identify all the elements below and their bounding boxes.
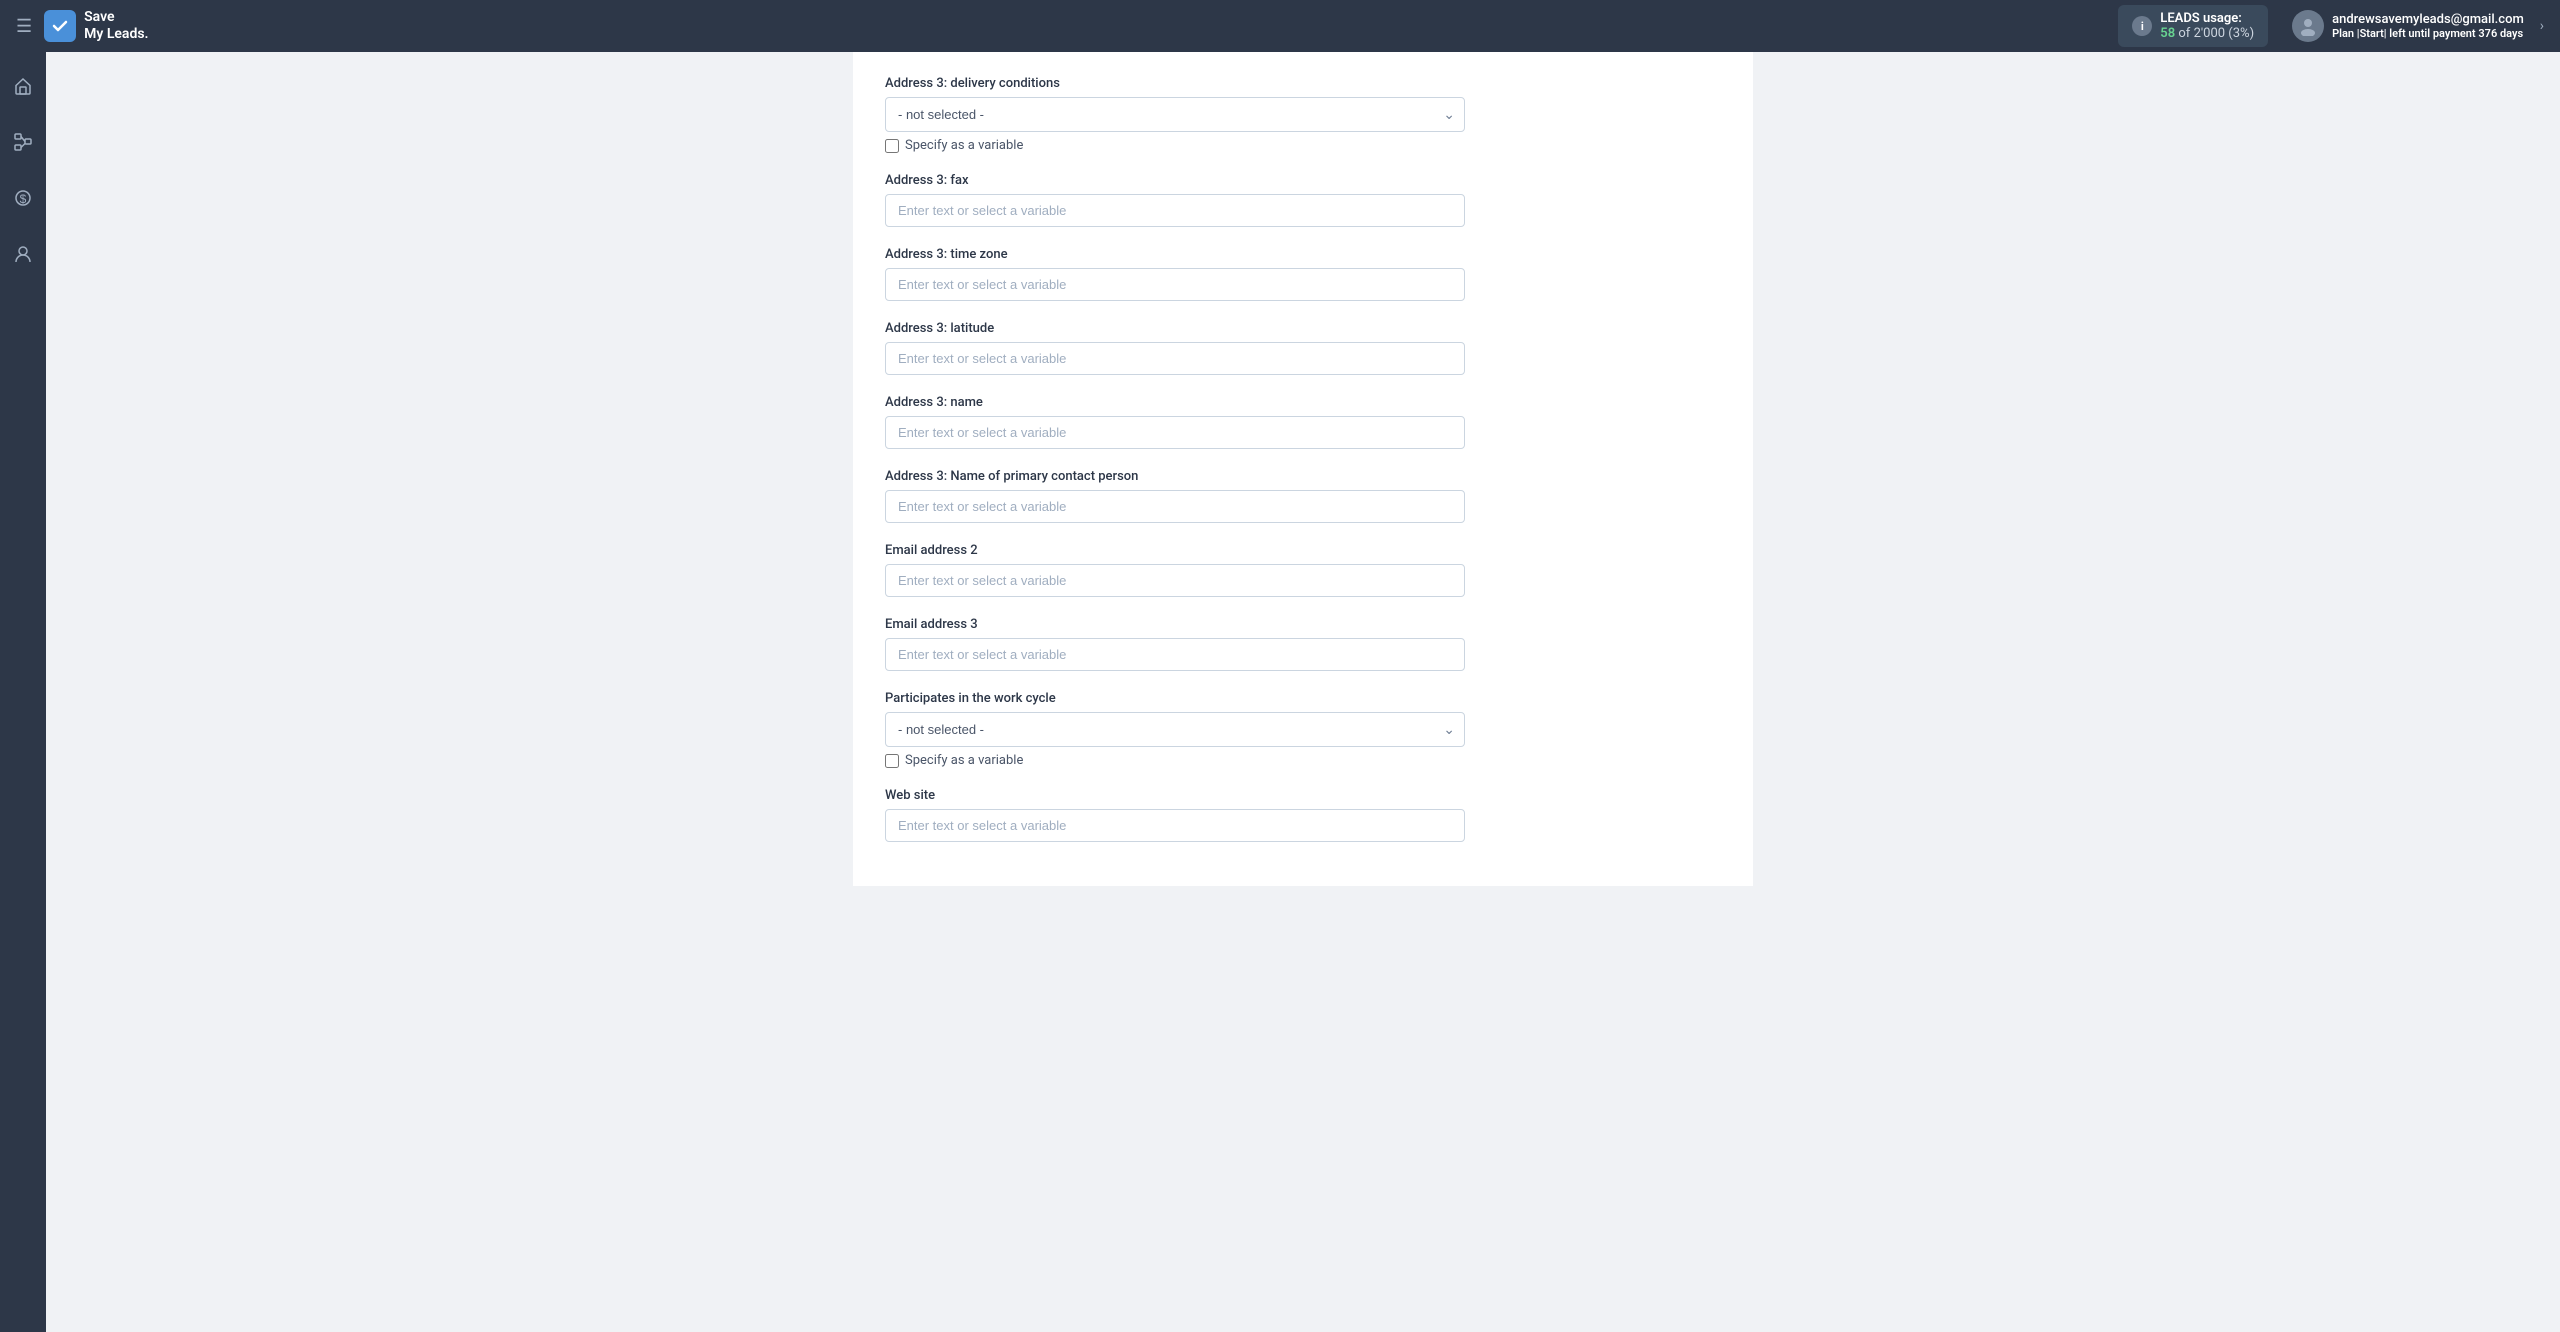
input-fax[interactable] [885, 194, 1465, 227]
sidebar-item-connections[interactable] [5, 124, 41, 160]
form-area: Address 3: delivery conditions - not sel… [853, 52, 1753, 886]
sidebar-item-account[interactable] [5, 236, 41, 272]
layout: $ Address 3: delivery conditions - not s… [0, 52, 2560, 1332]
select-wrapper-delivery-conditions: - not selected - ⌄ [885, 97, 1465, 132]
form-group-primary-contact: Address 3: Name of primary contact perso… [885, 469, 1721, 523]
label-time-zone: Address 3: time zone [885, 247, 1721, 262]
form-group-website: Web site [885, 788, 1721, 842]
form-group-time-zone: Address 3: time zone [885, 247, 1721, 301]
leads-usage: i LEADS usage: 58 of 2'000 (3%) [2118, 5, 2268, 47]
form-group-latitude: Address 3: latitude [885, 321, 1721, 375]
checkbox-delivery-conditions[interactable] [885, 139, 899, 153]
label-fax: Address 3: fax [885, 173, 1721, 188]
select-wrapper-work-cycle: - not selected - ⌄ [885, 712, 1465, 747]
logo-icon [44, 10, 76, 42]
user-avatar [2292, 10, 2324, 42]
topbar: ☰ Save My Leads. i LEADS usage: 58 of 2'… [0, 0, 2560, 52]
label-work-cycle: Participates in the work cycle [885, 691, 1721, 706]
menu-icon[interactable]: ☰ [16, 16, 32, 37]
leads-usage-title: LEADS usage: [2160, 11, 2242, 26]
leads-used: 58 [2160, 26, 2175, 41]
form-group-fax: Address 3: fax [885, 173, 1721, 227]
logo: Save My Leads. [44, 9, 148, 43]
checkbox-label-work-cycle: Specify as a variable [905, 753, 1023, 768]
input-latitude[interactable] [885, 342, 1465, 375]
form-group-email-3: Email address 3 [885, 617, 1721, 671]
form-group-work-cycle: Participates in the work cycle - not sel… [885, 691, 1721, 768]
label-name: Address 3: name [885, 395, 1721, 410]
input-name[interactable] [885, 416, 1465, 449]
user-email: andrewsavemyleads@gmail.com [2332, 12, 2524, 27]
svg-text:$: $ [20, 192, 27, 206]
input-primary-contact[interactable] [885, 490, 1465, 523]
input-website[interactable] [885, 809, 1465, 842]
form-group-name: Address 3: name [885, 395, 1721, 449]
sidebar-item-home[interactable] [5, 68, 41, 104]
form-group-email-2: Email address 2 [885, 543, 1721, 597]
sidebar: $ [0, 52, 46, 1332]
label-website: Web site [885, 788, 1721, 803]
label-delivery-conditions: Address 3: delivery conditions [885, 76, 1721, 91]
label-primary-contact: Address 3: Name of primary contact perso… [885, 469, 1721, 484]
user-info: andrewsavemyleads@gmail.com Plan |Start|… [2332, 12, 2524, 40]
user-section: andrewsavemyleads@gmail.com Plan |Start|… [2292, 10, 2544, 42]
logo-text: Save My Leads. [84, 9, 148, 43]
topbar-chevron-icon[interactable]: › [2540, 18, 2544, 34]
info-icon: i [2132, 16, 2152, 36]
leads-separator: of [2178, 26, 2193, 41]
input-email-3[interactable] [885, 638, 1465, 671]
user-plan: Plan |Start| left until payment 376 days [2332, 27, 2524, 40]
main-content: Address 3: delivery conditions - not sel… [46, 52, 2560, 1332]
select-delivery-conditions[interactable]: - not selected - [885, 97, 1465, 132]
label-email-3: Email address 3 [885, 617, 1721, 632]
leads-pct: (3%) [2228, 26, 2254, 41]
checkbox-work-cycle[interactable] [885, 754, 899, 768]
input-email-2[interactable] [885, 564, 1465, 597]
leads-total: 2'000 [2194, 26, 2226, 41]
label-latitude: Address 3: latitude [885, 321, 1721, 336]
checkbox-row-delivery-conditions: Specify as a variable [885, 138, 1721, 153]
form-group-delivery-conditions: Address 3: delivery conditions - not sel… [885, 76, 1721, 153]
select-work-cycle[interactable]: - not selected - [885, 712, 1465, 747]
checkbox-label-delivery-conditions: Specify as a variable [905, 138, 1023, 153]
label-email-2: Email address 2 [885, 543, 1721, 558]
checkbox-row-work-cycle: Specify as a variable [885, 753, 1721, 768]
sidebar-item-billing[interactable]: $ [5, 180, 41, 216]
input-time-zone[interactable] [885, 268, 1465, 301]
